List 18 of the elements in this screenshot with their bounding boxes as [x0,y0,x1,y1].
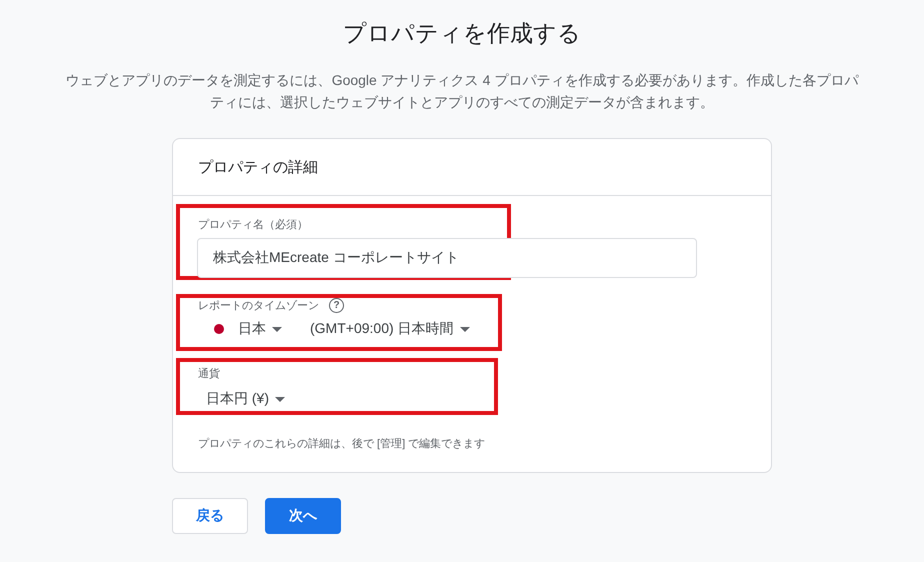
description-text: ウェブとアプリのデータを測定するには、Google アナリティクス 4 プロパティを作成する必要があります。作成した各プロパティには、選択したウェブサイトとアプリのすべての測定データが含まれます。 [64,71,860,112]
field-label: プロパティ名（必須） [198,218,309,232]
caret-icon [272,326,282,332]
note-text: プロパティのこれらの詳細は、後で [管理] で編集できます [198,436,486,451]
flag-icon [214,324,224,334]
field-label: レポートのタイムゾーン [198,299,319,313]
caret-icon [275,396,285,402]
property-name-field[interactable]: 株式会社MEcreate コーポレートサイト [197,238,697,278]
caret-icon [460,326,470,332]
help-icon[interactable]: ? [329,298,344,313]
country-dropdown[interactable]: 日本 [238,320,282,338]
card-heading: プロパティの詳細 [173,139,771,196]
page-title: プロパティを作成する [343,19,581,48]
currency-dropdown[interactable]: 日本円 (¥) [206,390,285,408]
timezone-dropdown[interactable]: (GMT+09:00) 日本時間 [310,320,470,338]
back-button[interactable]: 戻る [172,498,248,534]
field-label: 通貨 [198,366,221,381]
next-button[interactable]: 次へ [265,498,341,534]
